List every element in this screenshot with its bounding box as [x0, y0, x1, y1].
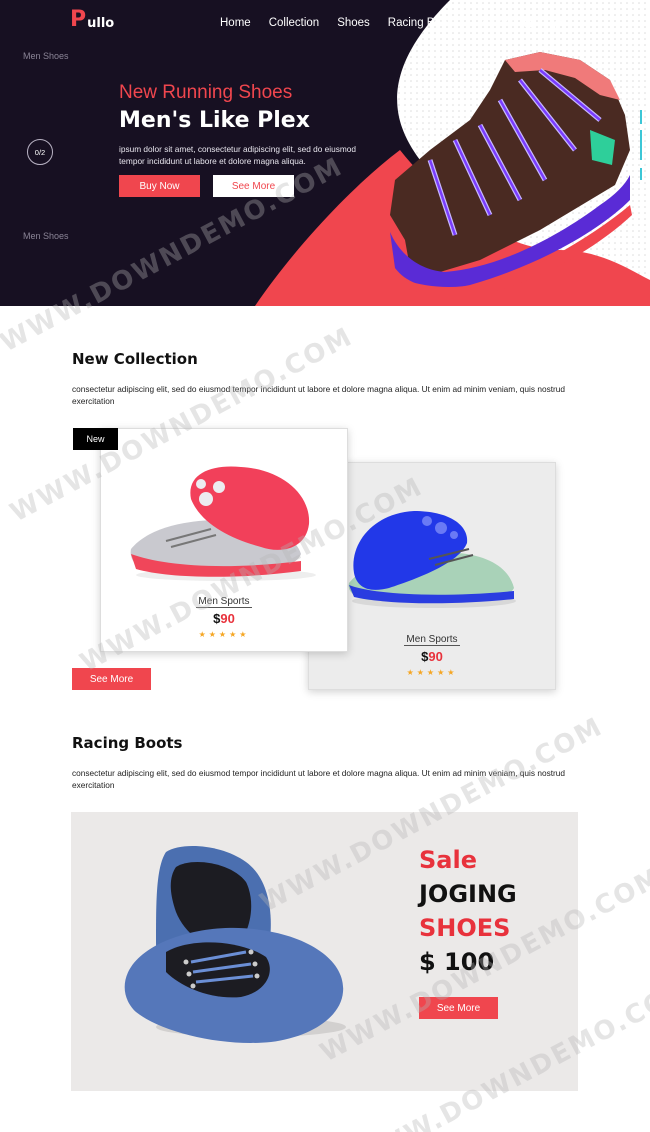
shopping-bag-icon[interactable] — [552, 17, 566, 31]
new-badge: New — [73, 428, 118, 450]
hero-banner: P ullo Home Collection Shoes Racing Boot… — [0, 0, 650, 306]
banner-sale-label: Sale — [419, 846, 477, 874]
logo-text: ullo — [87, 16, 115, 31]
new-collection-description: consectetur adipiscing elit, sed do eius… — [72, 384, 566, 406]
new-collection-title: New Collection — [72, 350, 198, 368]
nav-item-racing-boots[interactable]: Racing Boots — [388, 17, 456, 29]
hero-subtitle: New Running Shoes — [119, 82, 293, 103]
hero-title: Men's Like Plex — [119, 108, 310, 133]
banner-shoes-label: SHOES — [419, 914, 511, 942]
search-icon[interactable] — [522, 17, 536, 31]
brand-logo[interactable]: P ullo — [70, 7, 115, 32]
logo-initial: P — [70, 7, 87, 32]
product-image-red-shoe — [130, 466, 316, 581]
product-price: $90 — [213, 611, 235, 626]
banner-price: $ 100 — [419, 948, 495, 976]
nav-item-contact[interactable]: Contact — [474, 17, 514, 29]
hero-side-label-bottom: Men Shoes — [23, 231, 69, 241]
product-name: Men Sports — [196, 596, 252, 608]
nav-item-home[interactable]: Home — [220, 17, 251, 29]
product-rating: ★★★★★ — [406, 668, 458, 677]
promo-banner — [71, 812, 578, 1091]
collection-see-more-button[interactable]: See More — [72, 668, 151, 690]
racing-boots-description: consectetur adipiscing elit, sed do eius… — [72, 768, 566, 790]
main-nav: Home Collection Shoes Racing Boots Conta… — [220, 17, 532, 29]
banner-joging-label: JOGING — [419, 880, 517, 908]
hero-see-more-button[interactable]: See More — [213, 175, 294, 197]
banner-see-more-button[interactable]: See More — [419, 997, 498, 1019]
jogging-shoes-image — [124, 846, 346, 1043]
buy-now-button[interactable]: Buy Now — [119, 175, 200, 197]
product-rating: ★★★★★ — [198, 630, 250, 639]
slide-counter[interactable]: 0/2 — [27, 139, 53, 165]
nav-item-collection[interactable]: Collection — [269, 17, 320, 29]
racing-boots-title: Racing Boots — [72, 734, 183, 752]
hero-side-label-top: Men Shoes — [23, 51, 69, 61]
product-card[interactable]: Men Sports $90 ★★★★★ — [100, 428, 348, 652]
nav-item-shoes[interactable]: Shoes — [337, 17, 370, 29]
hero-text: ipsum dolor sit amet, consectetur adipis… — [119, 144, 357, 166]
